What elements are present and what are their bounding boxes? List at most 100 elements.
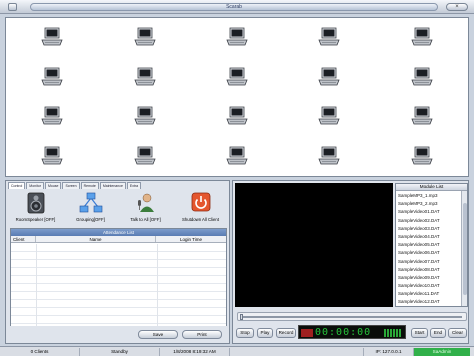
client-computer[interactable] <box>191 137 283 177</box>
computer-icon <box>226 106 248 127</box>
room-speaker-label: RoomSpeaker [OFF] <box>15 217 56 222</box>
module-list-item[interactable]: SampleVideo12.DAT <box>398 298 467 306</box>
status-clients: 0 Clients <box>0 348 80 356</box>
microphone-person-icon <box>135 192 157 216</box>
room-speaker-button[interactable]: RoomSpeaker [OFF] <box>8 190 63 226</box>
grouping-label: Grouping[OFF] <box>76 217 105 222</box>
column-login-time[interactable]: Login Time <box>156 236 226 242</box>
module-list-item[interactable]: SampleVideo06.DAT <box>398 249 467 257</box>
seek-bar[interactable] <box>237 312 467 321</box>
shutdown-all-label: Shutdown All Client <box>181 217 220 222</box>
module-list-item[interactable]: SampleVideo10.DAT <box>398 282 467 290</box>
client-computer[interactable] <box>376 97 468 137</box>
client-computer[interactable] <box>98 97 190 137</box>
tab-extra[interactable]: Extra <box>126 182 142 189</box>
client-computer[interactable] <box>376 18 468 58</box>
talk-to-all-button[interactable]: Talk to All [OFF] <box>118 190 173 226</box>
module-list-item[interactable]: SampleVideo01.DAT <box>398 208 467 216</box>
module-list-title: Module List <box>396 184 467 191</box>
network-icon <box>79 192 103 216</box>
client-computer[interactable] <box>191 18 283 58</box>
video-preview <box>235 183 393 307</box>
media-panel: Module List SampleMP3_1.mp3 SampleMP3_2.m… <box>232 180 469 344</box>
attendance-list: Attendance List Client Name Login Time <box>10 228 227 326</box>
column-client[interactable]: Client <box>11 236 36 242</box>
client-computer[interactable] <box>283 137 375 177</box>
grouping-button[interactable]: Grouping[OFF] <box>63 190 118 226</box>
client-computer[interactable] <box>6 18 98 58</box>
computer-icon <box>41 27 63 48</box>
tab-mouse[interactable]: Mouse <box>44 182 62 189</box>
module-list-item[interactable]: SampleVideo08.DAT <box>398 266 467 274</box>
tab-screen[interactable]: Screen <box>62 182 80 189</box>
tab-maintenance[interactable]: Maintenance <box>99 182 126 189</box>
system-menu-button[interactable] <box>8 3 17 11</box>
client-computer[interactable] <box>98 137 190 177</box>
client-computer[interactable] <box>6 137 98 177</box>
status-user: SaAdmin <box>414 348 470 356</box>
module-list: Module List SampleMP3_1.mp3 SampleMP3_2.m… <box>395 183 468 307</box>
computer-icon <box>134 146 156 167</box>
end-button[interactable]: End <box>430 328 446 338</box>
client-computer[interactable] <box>6 58 98 98</box>
module-list-item[interactable]: SampleVideo09.DAT <box>398 274 467 282</box>
attendance-title: Attendance List <box>11 229 226 236</box>
computer-icon <box>134 67 156 88</box>
client-computer[interactable] <box>191 97 283 137</box>
computer-icon <box>134 27 156 48</box>
computer-icon <box>41 106 63 127</box>
client-computer[interactable] <box>98 18 190 58</box>
client-computer[interactable] <box>283 97 375 137</box>
module-list-item[interactable]: SampleVideo04.DAT <box>398 233 467 241</box>
shutdown-all-button[interactable]: Shutdown All Client <box>173 190 228 226</box>
clear-button[interactable]: Clear <box>448 328 467 338</box>
scroll-thumb[interactable] <box>463 203 467 295</box>
column-name[interactable]: Name <box>36 236 156 242</box>
print-button[interactable]: Print <box>182 330 222 339</box>
control-panel: Control Monitor Mouse Screen Remote Main… <box>5 180 230 344</box>
attendance-header: Client Name Login Time <box>11 236 226 243</box>
close-button[interactable]: × <box>446 3 468 11</box>
start-button[interactable]: Start <box>411 328 428 338</box>
module-list-item[interactable]: SampleVideo02.DAT <box>398 217 467 225</box>
module-list-item[interactable]: SampleVideo07.DAT <box>398 258 467 266</box>
client-computer[interactable] <box>98 58 190 98</box>
client-computer[interactable] <box>376 58 468 98</box>
play-button[interactable]: Play <box>257 328 273 338</box>
seek-track <box>242 316 462 318</box>
tab-remote[interactable]: Remote <box>80 182 99 189</box>
computer-icon <box>318 106 340 127</box>
computer-icon <box>411 106 433 127</box>
module-list-scrollbar[interactable] <box>461 191 467 306</box>
computer-icon <box>318 27 340 48</box>
status-ip: IP: 127.0.0.1 <box>364 348 414 356</box>
attendance-rows <box>11 244 226 326</box>
computer-icon <box>226 146 248 167</box>
save-button[interactable]: Save <box>138 330 178 339</box>
module-list-item[interactable]: SampleVideo05.DAT <box>398 241 467 249</box>
status-empty <box>230 348 364 356</box>
seek-knob[interactable] <box>240 314 243 320</box>
stop-button[interactable]: Stop <box>236 328 254 338</box>
record-button[interactable]: Record <box>276 328 296 338</box>
client-computer[interactable] <box>191 58 283 98</box>
client-computer[interactable] <box>283 18 375 58</box>
window-title: Scarab <box>226 4 242 10</box>
tab-control[interactable]: Control <box>8 182 26 189</box>
tab-monitor[interactable]: Monitor <box>26 182 44 189</box>
client-computer[interactable] <box>376 137 468 177</box>
module-list-item[interactable]: SampleVideo03.DAT <box>398 225 467 233</box>
module-list-item[interactable]: SampleMP3_1.mp3 <box>398 192 467 200</box>
title-pill: Scarab <box>30 3 438 11</box>
module-list-item[interactable]: SampleVideo11.DAT <box>398 290 467 298</box>
computer-icon <box>411 67 433 88</box>
record-indicator <box>301 329 313 337</box>
control-tabs: Control Monitor Mouse Screen Remote Main… <box>8 182 142 189</box>
speaker-icon <box>26 192 46 216</box>
client-computer[interactable] <box>6 97 98 137</box>
client-computer[interactable] <box>283 58 375 98</box>
module-list-item[interactable]: SampleMP3_2.mp3 <box>398 200 467 208</box>
computer-icon <box>41 146 63 167</box>
module-items: SampleMP3_1.mp3 SampleMP3_2.mp3 SampleVide… <box>396 191 467 306</box>
action-toolbar: RoomSpeaker [OFF] Grouping[OFF] Talk to … <box>8 190 229 226</box>
